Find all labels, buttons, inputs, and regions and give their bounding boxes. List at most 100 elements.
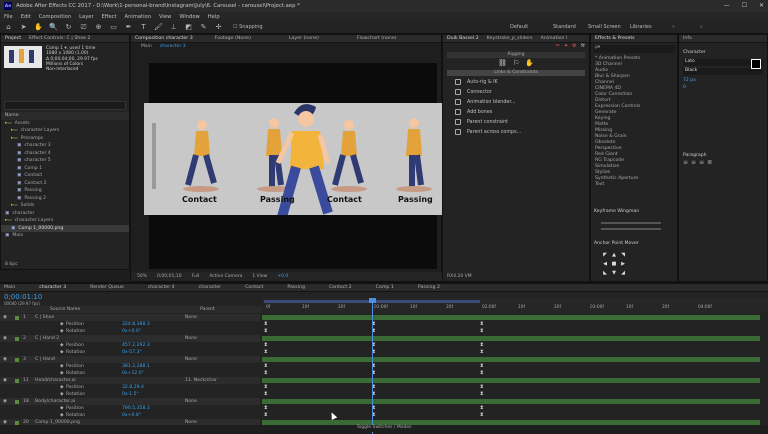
- tab-footage[interactable]: Footage (None): [215, 36, 251, 41]
- breadcrumb-main[interactable]: Main: [141, 44, 152, 49]
- parent-dropdown[interactable]: None: [185, 315, 197, 320]
- anchor-r-icon[interactable]: ▶: [619, 261, 627, 269]
- align-right-icon[interactable]: ≡: [699, 159, 704, 166]
- timeline-property-row[interactable]: ◆ Position 324.8,388.3: [0, 321, 260, 328]
- project-item[interactable]: ▣ character 4: [1, 150, 129, 158]
- parent-across-comps-button[interactable]: Parent across comps...: [443, 127, 589, 137]
- duik-links-header[interactable]: Links & Constraints: [447, 70, 585, 76]
- keyframe-icon[interactable]: ⧗: [264, 371, 268, 376]
- workspace-standard[interactable]: Standard: [553, 24, 576, 30]
- project-item[interactable]: ▣ character: [1, 210, 129, 218]
- project-item[interactable]: ▸▭ Assets: [1, 120, 129, 128]
- layer-name[interactable]: Body/character.ai: [35, 399, 185, 404]
- property-value[interactable]: 0x+0.0°: [122, 329, 141, 334]
- visibility-icon[interactable]: ◉: [3, 357, 11, 362]
- parent-dropdown[interactable]: None: [185, 336, 197, 341]
- timeline-property-row[interactable]: ◆ Rotation 0x-1.5°: [0, 391, 260, 398]
- viewer-timecode[interactable]: 0;00;01;10: [157, 274, 182, 279]
- layer-duration-bar[interactable]: [262, 378, 760, 383]
- breadcrumb-character-3[interactable]: character 3: [160, 44, 186, 49]
- property-track[interactable]: [262, 392, 760, 397]
- project-item[interactable]: ▸▭ Solids: [1, 202, 129, 210]
- brush-tool-icon[interactable]: 🖌: [154, 23, 163, 32]
- project-name-header[interactable]: Name: [1, 112, 129, 120]
- selection-tool-icon[interactable]: ➤: [19, 23, 28, 32]
- eraser-tool-icon[interactable]: ◩: [184, 23, 193, 32]
- timeline-property-row[interactable]: ◆ Position 32.8,29.4: [0, 384, 260, 391]
- hand-tool-icon[interactable]: ✋: [34, 23, 43, 32]
- rectangle-tool-icon[interactable]: ▭: [109, 23, 118, 32]
- menu-view[interactable]: View: [159, 14, 171, 20]
- property-value[interactable]: 0x+12.0°: [122, 371, 144, 376]
- animation-blender-button[interactable]: Animation blender...: [443, 97, 589, 107]
- timeline-timecode[interactable]: 0;00:01:10: [4, 293, 42, 301]
- add-bones-button[interactable]: Add bones: [443, 107, 589, 117]
- character-title[interactable]: Character: [679, 49, 767, 57]
- tracking-field[interactable]: 0: [679, 84, 767, 92]
- visibility-icon[interactable]: ◉: [3, 336, 11, 341]
- type-tool-icon[interactable]: T: [139, 23, 148, 32]
- property-track[interactable]: [262, 350, 760, 355]
- rotate-tool-icon[interactable]: ↻: [64, 23, 73, 32]
- duik-automation-icon[interactable]: ⚙: [572, 43, 576, 51]
- connector-button[interactable]: Connector: [443, 87, 589, 97]
- project-search-input[interactable]: [4, 101, 126, 110]
- project-item[interactable]: ▸▭ Precomps: [1, 135, 129, 143]
- align-center-icon[interactable]: ≡: [691, 159, 696, 166]
- keyframe-icon[interactable]: ⧗: [480, 350, 484, 355]
- bpc-label[interactable]: 8 bpc: [5, 262, 18, 267]
- visibility-icon[interactable]: ◉: [3, 315, 11, 320]
- project-item[interactable]: ▣ Main: [1, 232, 129, 240]
- property-track[interactable]: [262, 406, 760, 411]
- visibility-icon[interactable]: ◉: [3, 399, 11, 404]
- timeline-property-row[interactable]: ◆ Rotation 0x-57.3°: [0, 349, 260, 356]
- layer-name[interactable]: Head/character.ai: [35, 378, 185, 383]
- keyframe-icon[interactable]: ⧗: [264, 343, 268, 348]
- duik-bone-icon[interactable]: ✦: [564, 43, 568, 51]
- layer-name[interactable]: C | Hand 2: [35, 336, 185, 341]
- tab-duik[interactable]: Duik Bassel.2: [447, 36, 479, 41]
- layer-duration-bar[interactable]: [262, 399, 760, 404]
- parent-dropdown[interactable]: None: [185, 357, 197, 362]
- link-icon[interactable]: ⛓: [498, 59, 507, 69]
- menu-composition[interactable]: Composition: [39, 14, 71, 20]
- close-button[interactable]: ✕: [759, 2, 764, 9]
- anchor-bl-icon[interactable]: ◣: [601, 270, 609, 278]
- menu-edit[interactable]: Edit: [21, 14, 31, 20]
- property-value[interactable]: 0x-1.5°: [122, 392, 139, 397]
- paragraph-title[interactable]: Paragraph: [679, 152, 767, 160]
- timeline-tab[interactable]: Contact: [245, 285, 263, 290]
- timeline-property-row[interactable]: ◆ Position 381.2,288.1: [0, 363, 260, 370]
- zoom-tool-icon[interactable]: 🔍: [49, 23, 58, 32]
- property-track[interactable]: [262, 364, 760, 369]
- keyframe-icon[interactable]: ⧗: [480, 329, 484, 334]
- parent-dropdown[interactable]: None: [185, 399, 197, 404]
- layer-name[interactable]: C | Shoe: [35, 315, 185, 320]
- snapping-checkbox[interactable]: ☐ Snapping: [233, 24, 263, 30]
- keyframe-icon[interactable]: ⧗: [480, 406, 484, 411]
- anchor-t-icon[interactable]: ▲: [610, 252, 618, 260]
- viewer-canvas[interactable]: Contact Passing Contact Passing: [144, 63, 444, 269]
- project-item[interactable]: ▸▭ character Layers: [1, 217, 129, 225]
- anchor-tl-icon[interactable]: ◤: [601, 252, 609, 260]
- exposure-value[interactable]: +0.0: [277, 274, 288, 279]
- pen-tool-icon[interactable]: ✒: [124, 23, 133, 32]
- parent-dropdown[interactable]: 11. Neck/char: [185, 378, 217, 383]
- project-item[interactable]: ▣ character 5: [1, 157, 129, 165]
- camera-tool-icon[interactable]: ⎚: [79, 23, 88, 32]
- keyframe-icon[interactable]: ⧗: [480, 385, 484, 390]
- tab-flowchart[interactable]: Flowchart (none): [357, 36, 397, 41]
- project-item[interactable]: ▣ Contact: [1, 172, 129, 180]
- ik-icon[interactable]: ⚐: [513, 59, 519, 69]
- property-value[interactable]: 457.2,292.3: [122, 343, 150, 348]
- keyframe-icon[interactable]: ⧗: [480, 392, 484, 397]
- workspace-small-screen[interactable]: Small Screen: [588, 24, 621, 30]
- timeline-tab[interactable]: character: [199, 285, 221, 290]
- anchor-br-icon[interactable]: ◢: [619, 270, 627, 278]
- menu-file[interactable]: File: [4, 14, 13, 20]
- effects-title[interactable]: Effects & Presets: [595, 36, 635, 41]
- parent-header[interactable]: Parent: [200, 307, 214, 312]
- roto-brush-tool-icon[interactable]: ✎: [199, 23, 208, 32]
- layer-duration-bar[interactable]: [262, 315, 760, 320]
- duik-rig-icon[interactable]: ✂: [556, 43, 560, 51]
